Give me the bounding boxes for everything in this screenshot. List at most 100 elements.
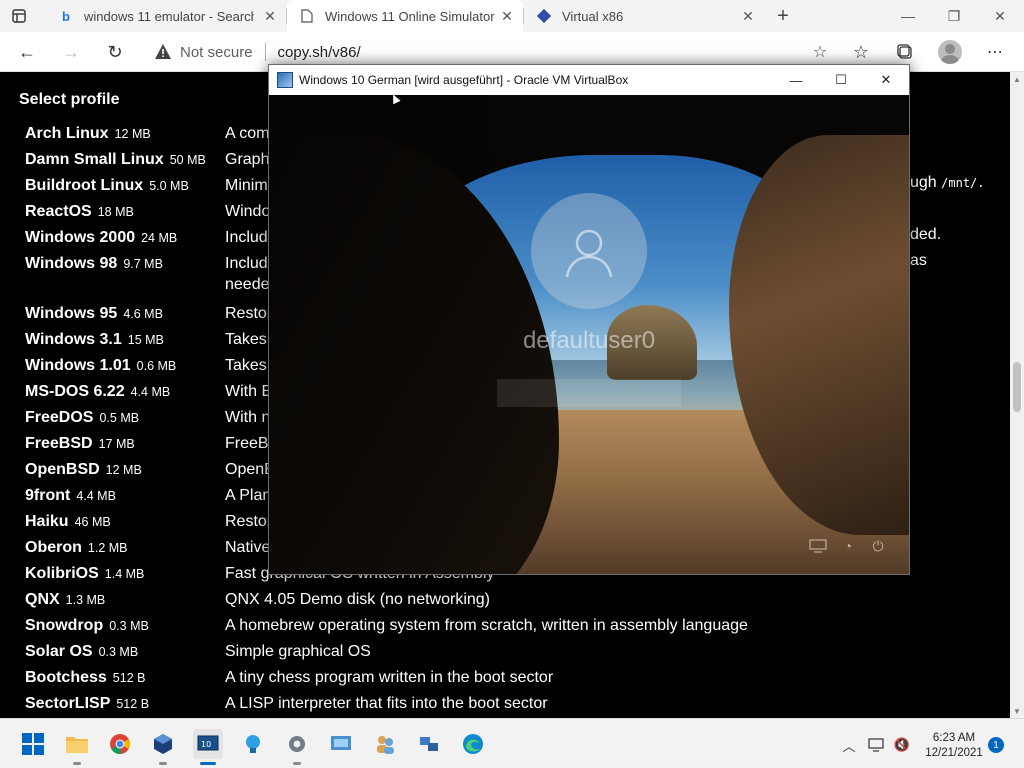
- tab-search[interactable]: b windows 11 emulator - Search ✕: [46, 0, 286, 32]
- restore-button[interactable]: ❐: [931, 0, 977, 32]
- vm-minimize-button[interactable]: —: [773, 65, 819, 95]
- profile-name[interactable]: Arch Linux 12 MB: [25, 125, 151, 143]
- list-item[interactable]: Solar OS 0.3 MB Simple graphical OS: [25, 641, 1015, 667]
- forward-button[interactable]: →: [56, 38, 86, 66]
- profile-name[interactable]: SectorLISP 512 B: [25, 695, 149, 713]
- settings-icon[interactable]: [282, 729, 312, 765]
- profile-desc-tail: ded.: [910, 226, 942, 243]
- v86-icon: [536, 8, 552, 24]
- login-input[interactable]: [497, 379, 681, 407]
- add-favorite-icon[interactable]: ☆: [810, 42, 830, 62]
- virtualbox-icon: [277, 72, 293, 88]
- scroll-down-icon[interactable]: ▼: [1010, 704, 1024, 718]
- profile-name[interactable]: FreeDOS 0.5 MB: [25, 409, 139, 427]
- vm-close-button[interactable]: ✕: [863, 65, 909, 95]
- notification-badge[interactable]: 1: [988, 737, 1004, 753]
- avatar[interactable]: [938, 40, 962, 64]
- profile-name[interactable]: KolibriOS 1.4 MB: [25, 565, 144, 583]
- list-item[interactable]: SectorLISP 512 B A LISP interpreter that f…: [25, 693, 1015, 718]
- clock-time: 6:23 AM: [932, 732, 976, 744]
- virtualbox-icon[interactable]: [148, 729, 178, 765]
- vm-maximize-button[interactable]: ☐: [818, 65, 864, 95]
- refresh-button[interactable]: ↻: [100, 38, 130, 66]
- system-clock[interactable]: 6:23 AM 12/21/2021: [918, 731, 990, 761]
- close-tab-icon[interactable]: ✕: [740, 8, 756, 24]
- not-secure-label[interactable]: Not secure: [180, 44, 253, 61]
- network-icon[interactable]: [414, 729, 444, 759]
- profile-name[interactable]: Windows 2000 24 MB: [25, 229, 177, 247]
- new-tab-button[interactable]: +: [770, 4, 796, 28]
- profile-name[interactable]: MS-DOS 6.22 4.4 MB: [25, 383, 170, 401]
- vbox-vm-icon[interactable]: 10: [193, 729, 223, 765]
- profile-name[interactable]: OpenBSD 12 MB: [25, 461, 142, 479]
- scrollbar-thumb[interactable]: [1013, 362, 1021, 412]
- users-icon[interactable]: [370, 729, 400, 759]
- volume-muted-icon[interactable]: 🔇: [892, 735, 912, 755]
- tab-divider: [286, 8, 287, 24]
- close-tab-icon[interactable]: ✕: [262, 8, 278, 24]
- profile-desc-tail: as: [910, 252, 927, 269]
- profile-name[interactable]: Windows 98 9.7 MB: [25, 255, 163, 273]
- page-title: Select profile: [19, 91, 120, 108]
- tab-title: windows 11 emulator - Search: [84, 8, 254, 24]
- file-explorer-icon[interactable]: [62, 729, 92, 765]
- network-icon[interactable]: [809, 537, 827, 555]
- profile-desc: A LISP interpreter that fits into the bo…: [225, 695, 548, 712]
- vm-display[interactable]: defaultuser0 ◔ ⏻: [269, 95, 909, 574]
- profile-name[interactable]: Oberon 1.2 MB: [25, 539, 128, 557]
- profile-name[interactable]: Windows 95 4.6 MB: [25, 305, 163, 323]
- list-item[interactable]: Bootchess 512 B A tiny chess program writt…: [25, 667, 1015, 693]
- tab-actions-icon[interactable]: [8, 6, 30, 26]
- accessibility-icon[interactable]: ◔: [839, 537, 857, 555]
- svg-text:10: 10: [201, 740, 211, 749]
- minimize-button[interactable]: —: [885, 0, 931, 32]
- collections-icon[interactable]: [890, 38, 920, 66]
- login-username: defaultuser0: [522, 327, 656, 354]
- back-button[interactable]: ←: [12, 38, 42, 66]
- profile-desc: A homebrew operating system from scratch…: [225, 617, 748, 634]
- profile-name[interactable]: Haiku 46 MB: [25, 513, 111, 531]
- warning-icon[interactable]: [154, 43, 172, 61]
- profile-name[interactable]: Snowdrop 0.3 MB: [25, 617, 149, 635]
- chrome-icon[interactable]: [105, 729, 135, 759]
- tab-v86[interactable]: Virtual x86 ✕: [524, 0, 764, 32]
- list-item[interactable]: Snowdrop 0.3 MB A homebrew operating syste…: [25, 615, 1015, 641]
- url-text[interactable]: copy.sh/v86/: [278, 44, 361, 61]
- profile-name[interactable]: QNX 1.3 MB: [25, 591, 105, 609]
- profile-desc: A tiny chess program written in the boot…: [225, 669, 554, 686]
- lightbulb-icon[interactable]: [238, 729, 268, 759]
- user-avatar-icon: [531, 193, 647, 309]
- profile-name[interactable]: 9front 4.4 MB: [25, 487, 116, 505]
- virtualbox-window[interactable]: Windows 10 German [wird ausgeführt] - Or…: [268, 64, 910, 575]
- profile-name[interactable]: Windows 1.01 0.6 MB: [25, 357, 176, 375]
- edge-icon[interactable]: [458, 729, 488, 759]
- chevron-up-icon[interactable]: ︿: [839, 735, 859, 755]
- profile-desc: QNX 4.05 Demo disk (no networking): [225, 591, 490, 608]
- profile-name[interactable]: Solar OS 0.3 MB: [25, 643, 138, 661]
- display-icon[interactable]: [866, 735, 886, 755]
- more-menu-icon[interactable]: ⋯: [980, 38, 1010, 66]
- tab-simulator[interactable]: Windows 11 Online Simulator - T ✕: [287, 0, 523, 32]
- page-scrollbar[interactable]: ▲ ▼: [1010, 72, 1024, 718]
- tab-title: Windows 11 Online Simulator - T: [325, 8, 495, 24]
- bing-icon: b: [62, 8, 70, 24]
- close-tab-icon[interactable]: ✕: [499, 8, 515, 24]
- control-panel-icon[interactable]: [326, 729, 356, 759]
- profile-name[interactable]: Buildroot Linux 5.0 MB: [25, 177, 189, 195]
- profile-name[interactable]: FreeBSD 17 MB: [25, 435, 135, 453]
- document-icon: [299, 8, 315, 24]
- close-window-button[interactable]: ✕: [977, 0, 1023, 32]
- login-options: ◔ ⏻: [809, 537, 887, 555]
- favorites-icon[interactable]: ☆: [846, 38, 876, 66]
- scroll-up-icon[interactable]: ▲: [1010, 72, 1024, 86]
- profile-name[interactable]: ReactOS 18 MB: [25, 203, 134, 221]
- start-icon[interactable]: [18, 729, 48, 759]
- profile-name[interactable]: Bootchess 512 B: [25, 669, 145, 687]
- profile-name[interactable]: Damn Small Linux 50 MB: [25, 151, 206, 169]
- tab-strip: b windows 11 emulator - Search ✕ Windows…: [0, 0, 1024, 32]
- virtualbox-titlebar[interactable]: Windows 10 German [wird ausgeführt] - Or…: [269, 65, 909, 95]
- profile-name[interactable]: Windows 3.1 15 MB: [25, 331, 164, 349]
- power-icon[interactable]: ⏻: [869, 537, 887, 555]
- list-item[interactable]: QNX 1.3 MB QNX 4.05 Demo disk (no networki…: [25, 589, 1015, 615]
- profile-desc-line2: neede: [225, 276, 270, 293]
